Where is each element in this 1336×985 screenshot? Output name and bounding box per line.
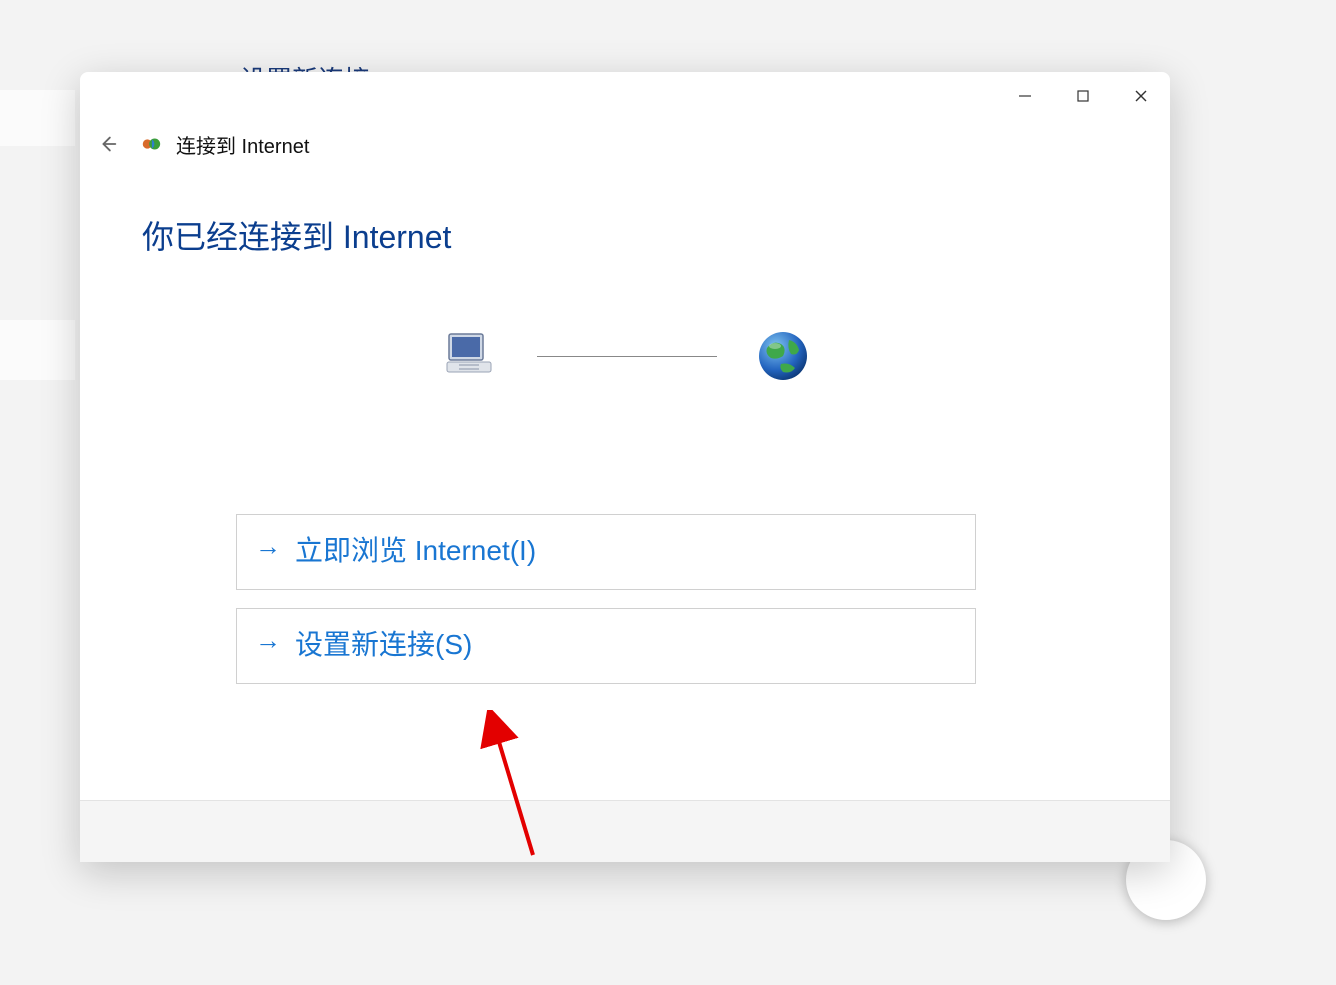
back-button[interactable] — [90, 126, 126, 162]
network-globe-icon — [140, 133, 162, 155]
dialog-header: 连接到 Internet — [80, 120, 1170, 162]
close-icon — [1134, 89, 1148, 103]
browse-internet-label: 立即浏览 Internet(I) — [295, 529, 536, 569]
setup-new-connection-label: 设置新连接(S) — [295, 623, 472, 663]
dialog-content: 你已经连接到 Internet — [80, 162, 1170, 800]
window-titlebar — [80, 72, 1170, 120]
setup-new-connection-option[interactable]: → 设置新连接(S) — [236, 608, 976, 684]
background-panel-2 — [0, 320, 75, 380]
arrow-right-icon: → — [255, 533, 281, 559]
back-arrow-icon — [97, 133, 119, 155]
connection-line — [537, 356, 717, 357]
minimize-icon — [1018, 89, 1032, 103]
background-panel-1 — [0, 90, 75, 146]
globe-icon — [757, 330, 809, 382]
dialog-footer — [80, 800, 1170, 862]
connect-to-internet-dialog: 连接到 Internet 你已经连接到 Internet — [80, 72, 1170, 862]
dialog-title: 连接到 Internet — [176, 130, 309, 159]
arrow-right-icon: → — [255, 627, 281, 653]
connection-diagram — [136, 328, 1114, 384]
headline-text: 你已经连接到 Internet — [142, 212, 1114, 258]
computer-icon — [441, 328, 497, 384]
browse-internet-option[interactable]: → 立即浏览 Internet(I) — [236, 514, 976, 590]
maximize-button[interactable] — [1054, 72, 1112, 120]
options-list: → 立即浏览 Internet(I) → 设置新连接(S) — [236, 514, 1114, 684]
close-button[interactable] — [1112, 72, 1170, 120]
minimize-button[interactable] — [996, 72, 1054, 120]
maximize-icon — [1076, 89, 1090, 103]
